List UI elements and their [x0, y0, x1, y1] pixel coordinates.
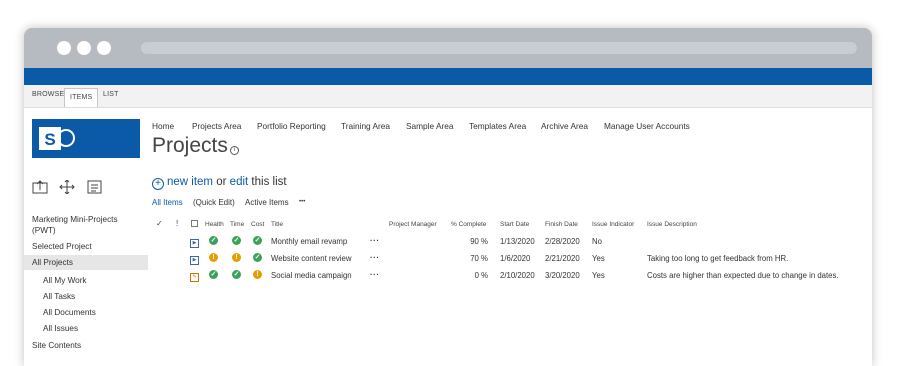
new-item-bar: + new item or edit this list	[152, 176, 287, 190]
view-more-menu[interactable]: •••	[299, 199, 305, 205]
add-icon[interactable]: +	[152, 178, 164, 190]
project-play-icon[interactable]: ▶	[190, 256, 199, 265]
col-health[interactable]: Health	[205, 221, 224, 228]
view-active-items[interactable]: Active Items	[245, 198, 289, 207]
topnav-templates-area[interactable]: Templates Area	[469, 121, 526, 131]
address-bar[interactable]	[141, 42, 857, 54]
ribbon-tab-items-label: ITEMS	[70, 94, 93, 101]
ribbon-tab-items[interactable]: ITEMS	[64, 88, 99, 107]
page-title: Projects	[152, 134, 228, 157]
ribbon-tab-list[interactable]: LIST	[103, 91, 119, 98]
time-warning-icon: !	[232, 253, 241, 262]
health-ok-icon: ✓	[209, 270, 218, 279]
new-item-link[interactable]: new item	[167, 176, 213, 188]
col-start-date[interactable]: Start Date	[500, 221, 529, 228]
time-ok-icon: ✓	[232, 270, 241, 279]
leftnav-all-tasks[interactable]: All Tasks	[43, 291, 75, 302]
new-item-or: or	[216, 176, 227, 188]
col-time[interactable]: Time	[230, 221, 244, 228]
row-title[interactable]: Social media campaign	[271, 271, 352, 280]
col-finish-date[interactable]: Finish Date	[545, 221, 578, 228]
topnav-archive-area[interactable]: Archive Area	[541, 121, 588, 131]
view-quick-edit[interactable]: (Quick Edit)	[193, 198, 235, 207]
row-finish: 3/20/2020	[545, 271, 580, 280]
topnav-sample-area[interactable]: Sample Area	[406, 121, 454, 131]
new-item-this-list: this list	[251, 176, 287, 188]
row-desc: Taking too long to get feedback from HR.	[647, 254, 789, 263]
col-select-all[interactable]: ✓	[156, 219, 163, 228]
row-menu-ellipsis[interactable]: ···	[370, 270, 380, 279]
row-menu-ellipsis[interactable]: ···	[370, 253, 380, 262]
list-icon[interactable]	[87, 180, 103, 194]
edit-list-link[interactable]: edit	[230, 176, 249, 188]
cost-warning-icon: !	[253, 270, 262, 279]
row-start: 1/13/2020	[500, 237, 535, 246]
project-edit-icon[interactable]: ✎	[190, 273, 199, 282]
move-icon[interactable]	[59, 180, 75, 194]
project-play-icon[interactable]: ▶	[190, 239, 199, 248]
row-issue: Yes	[592, 271, 605, 280]
window-close-dot[interactable]	[57, 41, 71, 55]
row-percent: 0 %	[474, 271, 488, 280]
col-cost[interactable]: Cost	[251, 221, 264, 228]
row-finish: 2/21/2020	[545, 254, 580, 263]
col-project-manager[interactable]: Project Manager	[389, 221, 437, 228]
leftnav-all-my-work[interactable]: All My Work	[43, 275, 87, 286]
cost-ok-icon: ✓	[253, 253, 262, 262]
info-icon[interactable]: i	[230, 146, 239, 155]
window-maximize-dot[interactable]	[97, 41, 111, 55]
browser-window: BROWSE ITEMS LIST S Home Projects Area P…	[24, 28, 872, 366]
col-issue-description[interactable]: Issue Description	[647, 221, 697, 228]
leftnav-marketing-mini-projects[interactable]: Marketing Mini-Projects (PWT)	[32, 214, 132, 236]
leftnav-all-documents[interactable]: All Documents	[43, 307, 96, 318]
row-percent: 90 %	[470, 237, 488, 246]
col-doc-type-icon[interactable]	[191, 220, 198, 227]
topnav-portfolio-reporting[interactable]: Portfolio Reporting	[257, 121, 326, 131]
col-priority-flag[interactable]: !	[176, 219, 178, 228]
leftnav-selected-project[interactable]: Selected Project	[32, 241, 92, 252]
row-percent: 70 %	[470, 254, 488, 263]
ribbon: BROWSE ITEMS LIST	[24, 85, 872, 108]
suite-bar	[24, 68, 872, 85]
sharepoint-logo-icon: S	[39, 127, 75, 150]
time-ok-icon: ✓	[232, 236, 241, 245]
topnav-training-area[interactable]: Training Area	[341, 121, 390, 131]
col-percent-complete[interactable]: % Complete	[451, 221, 486, 228]
health-warning-icon: !	[209, 253, 218, 262]
row-issue: No	[592, 237, 602, 246]
col-issue-indicator[interactable]: Issue Indicator	[592, 221, 634, 228]
svg-text:S: S	[44, 130, 55, 149]
topnav-home[interactable]: Home	[152, 121, 174, 131]
row-start: 2/10/2020	[500, 271, 535, 280]
ribbon-tab-browse[interactable]: BROWSE	[32, 91, 64, 98]
topnav-projects-area[interactable]: Projects Area	[192, 121, 241, 131]
cost-ok-icon: ✓	[253, 236, 262, 245]
row-issue: Yes	[592, 254, 605, 263]
topnav-manage-user-accounts[interactable]: Manage User Accounts	[604, 121, 690, 131]
leftnav-all-issues[interactable]: All Issues	[43, 323, 78, 334]
browser-titlebar	[24, 28, 872, 68]
view-all-items[interactable]: All Items	[152, 198, 183, 207]
row-menu-ellipsis[interactable]: ···	[370, 236, 380, 245]
row-finish: 2/28/2020	[545, 237, 580, 246]
leftnav-marketing-label: Marketing Mini-Projects (PWT)	[32, 215, 118, 235]
col-title[interactable]: Title	[271, 221, 283, 228]
leftnav-site-contents[interactable]: Site Contents	[32, 340, 81, 351]
leftnav-all-projects[interactable]: All Projects	[24, 255, 148, 270]
row-title[interactable]: Website content review	[271, 254, 351, 263]
window-minimize-dot[interactable]	[77, 41, 91, 55]
sharepoint-logo[interactable]: S	[32, 119, 140, 158]
health-ok-icon: ✓	[209, 236, 218, 245]
row-desc: Costs are higher than expected due to ch…	[647, 271, 839, 280]
share-icon[interactable]	[32, 180, 48, 194]
row-title[interactable]: Monthly email revamp	[271, 237, 347, 246]
row-start: 1/6/2020	[500, 254, 531, 263]
